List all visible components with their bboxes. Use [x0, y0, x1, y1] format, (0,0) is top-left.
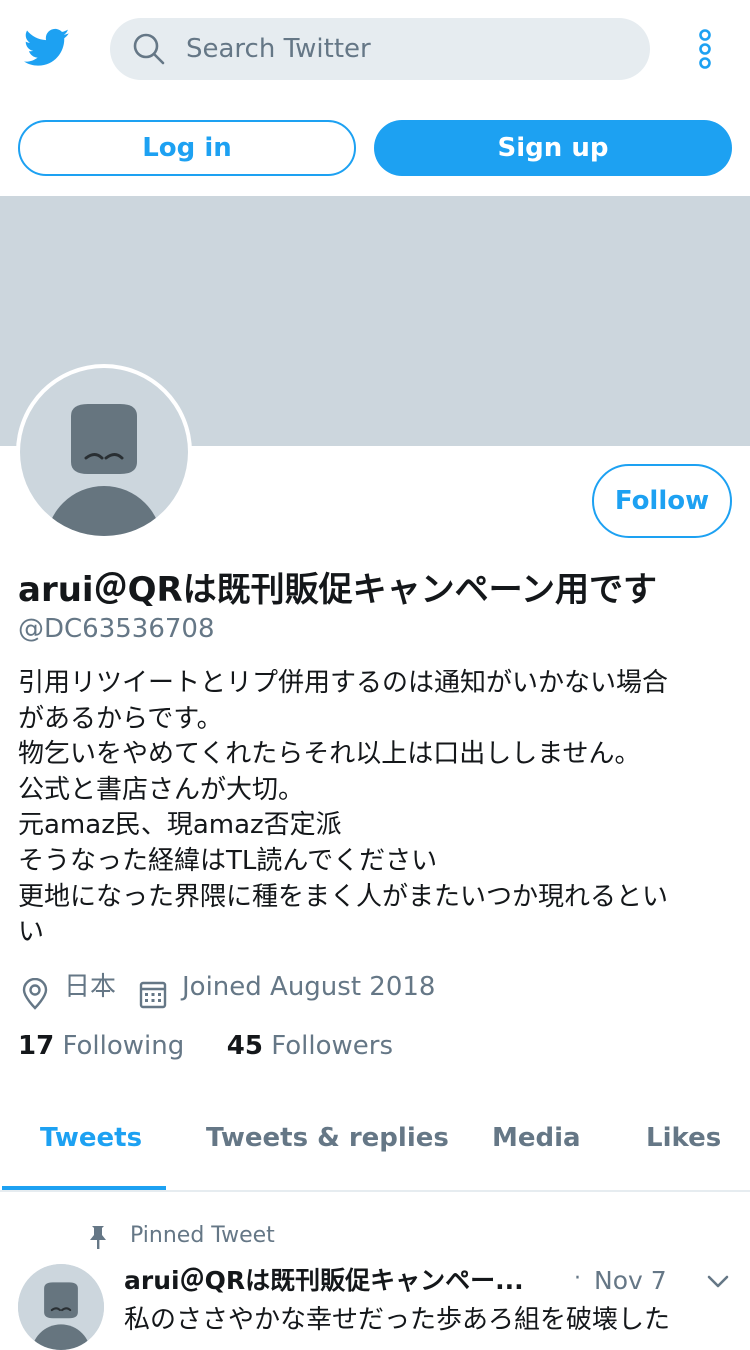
search-placeholder: Search Twitter [186, 34, 371, 64]
following-link[interactable]: 17 Following [18, 1031, 192, 1061]
tweet-date[interactable]: Nov 7 [594, 1264, 667, 1298]
tweet-avatar[interactable] [18, 1264, 104, 1350]
tweet-separator: · [574, 1266, 581, 1291]
default-avatar-icon [18, 1264, 104, 1350]
login-button[interactable]: Log in [18, 120, 356, 176]
followers-link[interactable]: 45 Followers [227, 1031, 393, 1061]
profile-avatar[interactable] [16, 364, 192, 540]
followers-count: 45 [226, 1031, 263, 1061]
tab-likes[interactable]: Likes [646, 1120, 721, 1156]
default-avatar-icon [20, 368, 188, 536]
joined-text: Joined August 2018 [182, 972, 436, 1002]
bio-line: 引用リツイートとリプ併用するのは通知がいかない場合 [18, 668, 669, 698]
tweet-text: 私のささやかな幸せだった歩あろ組を破壊した [124, 1305, 671, 1335]
profile-bio: 引用リツイートとリプ併用するのは通知がいかない場合 があるからです。 物乞いをや… [18, 666, 730, 951]
bio-line: い [18, 917, 45, 948]
tab-media[interactable]: Media [492, 1120, 581, 1156]
follow-stats: 17 Following 45 Followers [18, 1028, 393, 1064]
bio-line: そうなった経緯はTL読んでください [18, 845, 438, 876]
signup-button[interactable]: Sign up [374, 120, 732, 176]
following-count: 17 [18, 1031, 55, 1061]
profile-name: arui＠QRは既刊販促キャンペーン用です [18, 570, 657, 610]
bio-line: 公式と書店さんが大切。 [18, 774, 305, 805]
profile-handle: @DC63536708 [18, 614, 215, 644]
bio-line: 物乞いをやめてくれたらそれ以上は口出ししません。 [18, 739, 641, 770]
pinned-label: Pinned Tweet [130, 1223, 275, 1248]
bio-line: があるからです。 [18, 703, 223, 734]
more-options-icon[interactable] [694, 28, 716, 70]
twitter-bird-icon[interactable] [24, 28, 70, 68]
top-bar: Search Twitter [0, 0, 750, 98]
chevron-down-icon[interactable] [706, 1272, 730, 1292]
profile-tabs: Tweets Tweets & replies Media Likes [0, 1100, 750, 1192]
followers-label: Followers [271, 1031, 393, 1061]
search-input[interactable]: Search Twitter [110, 18, 650, 80]
location-text: 日本 [64, 972, 117, 1002]
bio-line: 元amaz民、現amaz否定派 [18, 810, 342, 841]
pin-icon [90, 1226, 106, 1249]
follow-button[interactable]: Follow [592, 464, 732, 538]
location-pin-icon [22, 978, 48, 1010]
tab-tweets[interactable]: Tweets [40, 1120, 142, 1156]
active-tab-indicator [2, 1186, 166, 1190]
search-icon [133, 33, 165, 65]
calendar-icon [139, 981, 167, 1009]
following-label: Following [62, 1031, 185, 1061]
bio-line: 更地になった界隈に種をまく人がまたいつか現れるとい [18, 881, 669, 912]
tab-tweets-replies[interactable]: Tweets & replies [206, 1120, 449, 1156]
tweet-author-name[interactable]: arui＠QRは既刊販促キャンペー... [124, 1264, 524, 1298]
